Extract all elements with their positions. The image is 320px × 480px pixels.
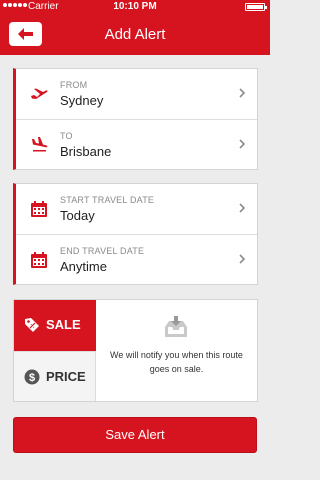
to-row[interactable]: TO Brisbane — [16, 119, 257, 169]
start-date-value: Today — [60, 208, 95, 223]
route-card: FROM Sydney TO Brisbane — [13, 68, 258, 170]
chevron-right-icon — [239, 88, 246, 98]
svg-text:$: $ — [29, 372, 35, 384]
calendar-icon — [31, 201, 47, 217]
calendar-icon — [31, 252, 47, 268]
dollar-icon: $ — [24, 369, 40, 385]
page-title: Add Alert — [104, 26, 166, 43]
save-alert-button[interactable]: Save Alert — [13, 417, 257, 453]
price-option[interactable]: $ PRICE — [14, 351, 96, 401]
from-label: FROM — [60, 80, 88, 90]
plane-landing-icon — [32, 137, 48, 152]
sale-option[interactable]: SALE — [14, 300, 96, 351]
to-label: TO — [60, 131, 73, 141]
start-date-row[interactable]: START TRAVEL DATE Today — [16, 184, 257, 234]
price-option-label: PRICE — [46, 369, 86, 384]
alert-info-message: We will notify you when this route goes … — [110, 350, 243, 374]
alert-type-panel: SALE $ PRICE We will notify you when thi… — [13, 299, 258, 402]
alert-info: We will notify you when this route goes … — [96, 300, 257, 401]
dates-card: START TRAVEL DATE Today END TRAVEL DATE … — [13, 183, 258, 285]
start-date-label: START TRAVEL DATE — [60, 195, 155, 205]
battery-icon — [245, 3, 267, 11]
status-bar: Carrier 10:10 PM — [0, 0, 270, 14]
chevron-right-icon — [239, 139, 246, 149]
from-row[interactable]: FROM Sydney — [16, 69, 257, 119]
end-date-row[interactable]: END TRAVEL DATE Anytime — [16, 234, 257, 284]
end-date-label: END TRAVEL DATE — [60, 246, 145, 256]
inbox-download-icon — [165, 316, 187, 337]
from-value: Sydney — [60, 93, 104, 108]
sale-tag-icon — [25, 318, 39, 332]
plane-takeoff-icon — [31, 88, 48, 99]
chevron-right-icon — [239, 254, 246, 264]
sale-option-label: SALE — [46, 317, 81, 332]
to-value: Brisbane — [60, 144, 112, 159]
nav-bar: Add Alert — [0, 14, 270, 55]
chevron-right-icon — [239, 203, 246, 213]
end-date-value: Anytime — [60, 259, 107, 274]
status-time: 10:10 PM — [113, 1, 157, 12]
